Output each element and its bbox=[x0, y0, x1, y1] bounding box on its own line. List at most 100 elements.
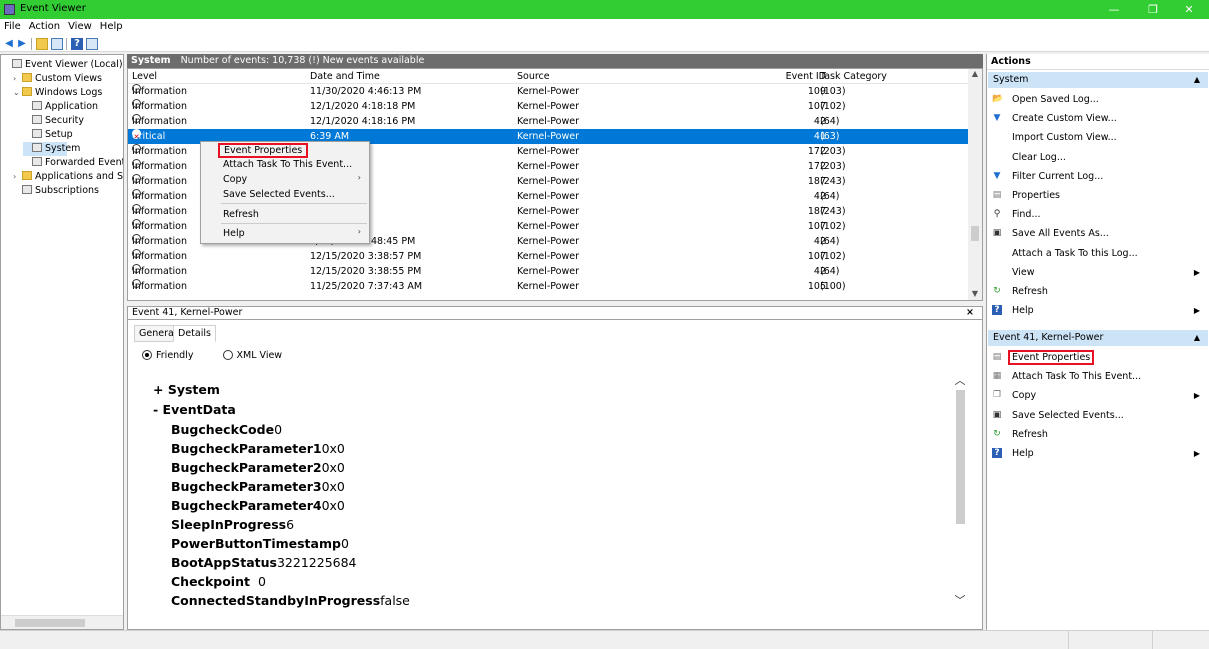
close-button[interactable]: ✕ bbox=[1172, 0, 1206, 19]
context-item-attach-task-to-this-event[interactable]: Attach Task To This Event... bbox=[223, 158, 352, 172]
information-icon: i bbox=[132, 174, 141, 186]
close-detail-icon[interactable]: × bbox=[966, 307, 974, 319]
event-date: 11/30/2020 4:46:13 PM bbox=[310, 86, 422, 97]
field-name: BugcheckCode bbox=[171, 422, 275, 437]
column-level[interactable]: Level bbox=[132, 69, 157, 84]
tree-item[interactable]: System bbox=[23, 142, 80, 156]
column-date[interactable]: Date and Time bbox=[310, 69, 380, 84]
action-help[interactable]: ? Help ▶ bbox=[988, 445, 1208, 462]
event-source: Kernel-Power bbox=[517, 206, 579, 217]
scrollbar-thumb[interactable] bbox=[15, 619, 85, 627]
tree-item[interactable]: Subscriptions bbox=[13, 184, 99, 198]
tree-hscrollbar[interactable] bbox=[1, 615, 123, 629]
context-item-help[interactable]: Help bbox=[223, 227, 245, 241]
event-data-field: BootAppStatus3221225684 bbox=[171, 555, 357, 570]
radio-selected-icon[interactable] bbox=[142, 350, 152, 360]
scroll-down-icon[interactable]: ▼ bbox=[968, 289, 982, 298]
expander-icon[interactable]: › bbox=[13, 170, 22, 184]
scrollbar-thumb[interactable] bbox=[971, 226, 979, 241]
context-item-refresh[interactable]: Refresh bbox=[223, 208, 259, 222]
action-copy[interactable]: ❐ Copy ▶ bbox=[988, 387, 1208, 404]
context-item-save-selected-events[interactable]: Save Selected Events... bbox=[223, 188, 335, 202]
xml-view-option[interactable]: XML View bbox=[222, 350, 282, 361]
menu-file[interactable]: File bbox=[0, 19, 25, 32]
forward-arrow-icon[interactable]: ▶ bbox=[16, 38, 28, 50]
event-row[interactable]: i Information 12/15/2020 3:38:57 PM Kernel-… bbox=[128, 249, 968, 264]
collapse-icon[interactable]: ▲ bbox=[1194, 330, 1200, 346]
action-view[interactable]: View ▶ bbox=[988, 264, 1208, 281]
action-clear-log[interactable]: Clear Log... bbox=[988, 149, 1208, 166]
action-help[interactable]: ? Help ▶ bbox=[988, 302, 1208, 319]
action-pane-icon[interactable] bbox=[86, 38, 98, 50]
menu-action[interactable]: Action bbox=[25, 19, 64, 32]
event-category: (243) bbox=[820, 206, 846, 217]
radio-icon[interactable] bbox=[222, 350, 233, 360]
action-create-custom-view[interactable]: ▼ Create Custom View... bbox=[988, 110, 1208, 127]
event-row[interactable]: i Information 11/30/2020 4:46:13 PM Kernel-… bbox=[128, 84, 968, 99]
event-row[interactable]: i Information 12/15/2020 3:38:55 PM Kernel-… bbox=[128, 264, 968, 279]
friendly-option[interactable]: Friendly bbox=[142, 350, 193, 361]
chevron-right-icon: › bbox=[357, 227, 361, 236]
event-row[interactable]: i Information 11/25/2020 7:37:43 AM Kernel-… bbox=[128, 279, 968, 294]
action-attach-task-to-this-event[interactable]: ▦ Attach Task To This Event... bbox=[988, 368, 1208, 385]
action-filter-current-log[interactable]: ▼ Filter Current Log... bbox=[988, 168, 1208, 185]
column-task-category[interactable]: Task Category bbox=[820, 69, 887, 84]
tree-item[interactable]: Event Viewer (Local) bbox=[3, 58, 123, 72]
tree-item[interactable]: Setup bbox=[23, 128, 73, 142]
maximize-button[interactable]: ❐ bbox=[1136, 0, 1170, 19]
tree-item[interactable]: › Custom Views bbox=[13, 72, 102, 86]
action-save-selected-events[interactable]: ▣ Save Selected Events... bbox=[988, 407, 1208, 424]
task-icon: ▦ bbox=[992, 371, 1002, 382]
collapse-icon[interactable]: ▲ bbox=[1194, 72, 1200, 88]
information-icon: i bbox=[132, 84, 141, 96]
event-data-field: BugcheckParameter30x0 bbox=[171, 479, 345, 494]
action-find[interactable]: ⚲ Find... bbox=[988, 206, 1208, 223]
actions-section-header[interactable]: Event 41, Kernel-Power ▲ bbox=[988, 330, 1208, 346]
action-label: Import Custom View... bbox=[1012, 132, 1117, 144]
event-row[interactable]: i Information 12/1/2020 4:18:16 PM Kernel-P… bbox=[128, 114, 968, 129]
tree-item-label: Application bbox=[45, 101, 99, 112]
tree-item[interactable]: Forwarded Events bbox=[23, 156, 123, 170]
action-properties[interactable]: ▤ Properties bbox=[988, 187, 1208, 204]
menu-help[interactable]: Help bbox=[96, 19, 127, 32]
scrollbar-thumb[interactable] bbox=[956, 390, 965, 524]
tree-item[interactable]: Security bbox=[23, 114, 84, 128]
action-refresh[interactable]: ↻ Refresh bbox=[988, 426, 1208, 443]
event-category: (64) bbox=[820, 191, 840, 202]
open-folder-icon[interactable] bbox=[36, 38, 48, 50]
scroll-down-icon[interactable]: ﹀ bbox=[952, 592, 968, 608]
expander-icon[interactable]: ⌄ bbox=[13, 86, 22, 100]
action-save-all-events-as[interactable]: ▣ Save All Events As... bbox=[988, 225, 1208, 242]
scroll-up-icon[interactable]: ︿ bbox=[952, 372, 968, 388]
context-item-event-properties[interactable]: Event Properties bbox=[218, 143, 309, 158]
tab-details[interactable]: Details bbox=[173, 325, 216, 342]
action-attach-a-task-to-this-log[interactable]: Attach a Task To this Log... bbox=[988, 245, 1208, 262]
tree-item[interactable]: Application bbox=[23, 100, 98, 114]
actions-section-header[interactable]: System ▲ bbox=[988, 72, 1208, 88]
scroll-up-icon[interactable]: ▲ bbox=[968, 69, 982, 78]
events-scrollbar[interactable]: ▲ ▼ bbox=[968, 69, 982, 300]
action-label: Help bbox=[1012, 305, 1034, 317]
event-row[interactable]: i Information 12/1/2020 4:18:18 PM Kernel-P… bbox=[128, 99, 968, 114]
help-icon[interactable]: ? bbox=[71, 38, 83, 50]
tree-item[interactable]: ⌄ Windows Logs bbox=[13, 86, 102, 100]
column-source[interactable]: Source bbox=[517, 69, 550, 84]
eventdata-node[interactable]: - EventData bbox=[153, 402, 236, 417]
column-event-id[interactable]: Event ID bbox=[768, 69, 826, 84]
event-viewer-icon bbox=[12, 59, 22, 68]
menu-view[interactable]: View bbox=[64, 19, 96, 32]
tree-item[interactable]: › Applications and Servi bbox=[13, 170, 123, 184]
expander-icon[interactable]: › bbox=[13, 72, 22, 86]
section-label: Event 41, Kernel-Power bbox=[993, 332, 1104, 343]
system-node[interactable]: + System bbox=[153, 382, 220, 397]
action-event-properties[interactable]: ▤ Event Properties bbox=[988, 349, 1208, 366]
console-tree-icon[interactable] bbox=[51, 38, 63, 50]
back-arrow-icon[interactable]: ◀ bbox=[3, 38, 15, 50]
log-icon bbox=[32, 115, 42, 124]
action-refresh[interactable]: ↻ Refresh bbox=[988, 283, 1208, 300]
minimize-button[interactable]: — bbox=[1097, 0, 1131, 19]
details-scrollbar[interactable]: ︿ ﹀ bbox=[952, 368, 968, 612]
action-import-custom-view[interactable]: Import Custom View... bbox=[988, 129, 1208, 146]
action-open-saved-log[interactable]: 📂 Open Saved Log... bbox=[988, 91, 1208, 108]
context-item-copy[interactable]: Copy bbox=[223, 173, 247, 187]
